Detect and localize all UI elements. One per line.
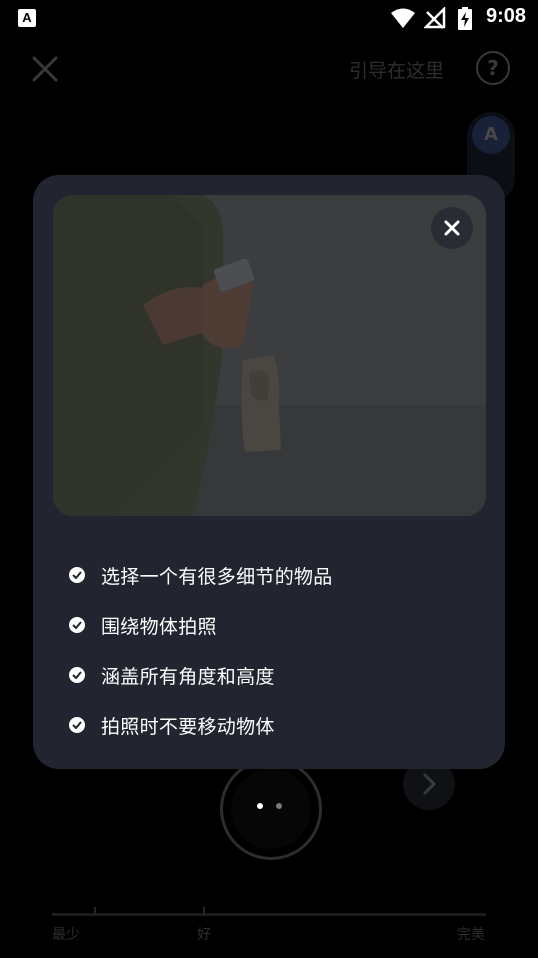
quality-tick <box>203 907 205 915</box>
tips-illustration <box>53 195 486 516</box>
tip-item: 围绕物体拍照 <box>69 600 333 650</box>
quality-tick <box>94 907 96 915</box>
check-circle-icon <box>69 617 85 633</box>
wifi-icon <box>391 8 415 28</box>
no-signal-icon <box>424 7 446 29</box>
mode-a-button[interactable]: A <box>472 116 510 154</box>
page-dot[interactable] <box>276 803 282 809</box>
tip-item: 涵盖所有角度和高度 <box>69 650 333 700</box>
person-photographing-object-image <box>53 195 486 516</box>
shutter-inner <box>231 769 311 849</box>
shutter-button[interactable] <box>220 758 322 860</box>
page-dot-active[interactable] <box>257 803 263 809</box>
guide-link[interactable]: 引导在这里 <box>349 56 444 83</box>
tip-text: 选择一个有很多细节的物品 <box>101 565 333 588</box>
tips-dialog: 选择一个有很多细节的物品 围绕物体拍照 涵盖所有角度和高度 拍照时不要移动物体 <box>33 175 505 769</box>
quality-label-min: 最少 <box>52 927 80 943</box>
tips-list: 选择一个有很多细节的物品 围绕物体拍照 涵盖所有角度和高度 拍照时不要移动物体 <box>69 550 333 750</box>
chevron-right-icon <box>423 773 436 795</box>
check-circle-icon <box>69 717 85 733</box>
quality-track <box>52 907 486 916</box>
clock: 9:08 <box>485 5 526 27</box>
modal-close-button[interactable] <box>431 207 473 249</box>
tip-item: 选择一个有很多细节的物品 <box>69 550 333 600</box>
tip-text: 涵盖所有角度和高度 <box>101 665 275 688</box>
status-bar: A 9:08 <box>0 0 538 36</box>
check-circle-icon <box>69 667 85 683</box>
tip-text: 拍照时不要移动物体 <box>101 715 275 738</box>
tip-item: 拍照时不要移动物体 <box>69 700 333 750</box>
quality-label-perfect: 完美 <box>457 927 485 943</box>
close-icon <box>444 220 460 236</box>
close-icon[interactable] <box>30 54 60 84</box>
app-notification-icon: A <box>18 9 36 27</box>
tip-text: 围绕物体拍照 <box>101 615 217 638</box>
quality-label-good: 好 <box>197 927 211 943</box>
check-circle-icon <box>69 567 85 583</box>
help-button[interactable]: ? <box>476 51 510 85</box>
battery-charging-icon <box>458 7 472 30</box>
